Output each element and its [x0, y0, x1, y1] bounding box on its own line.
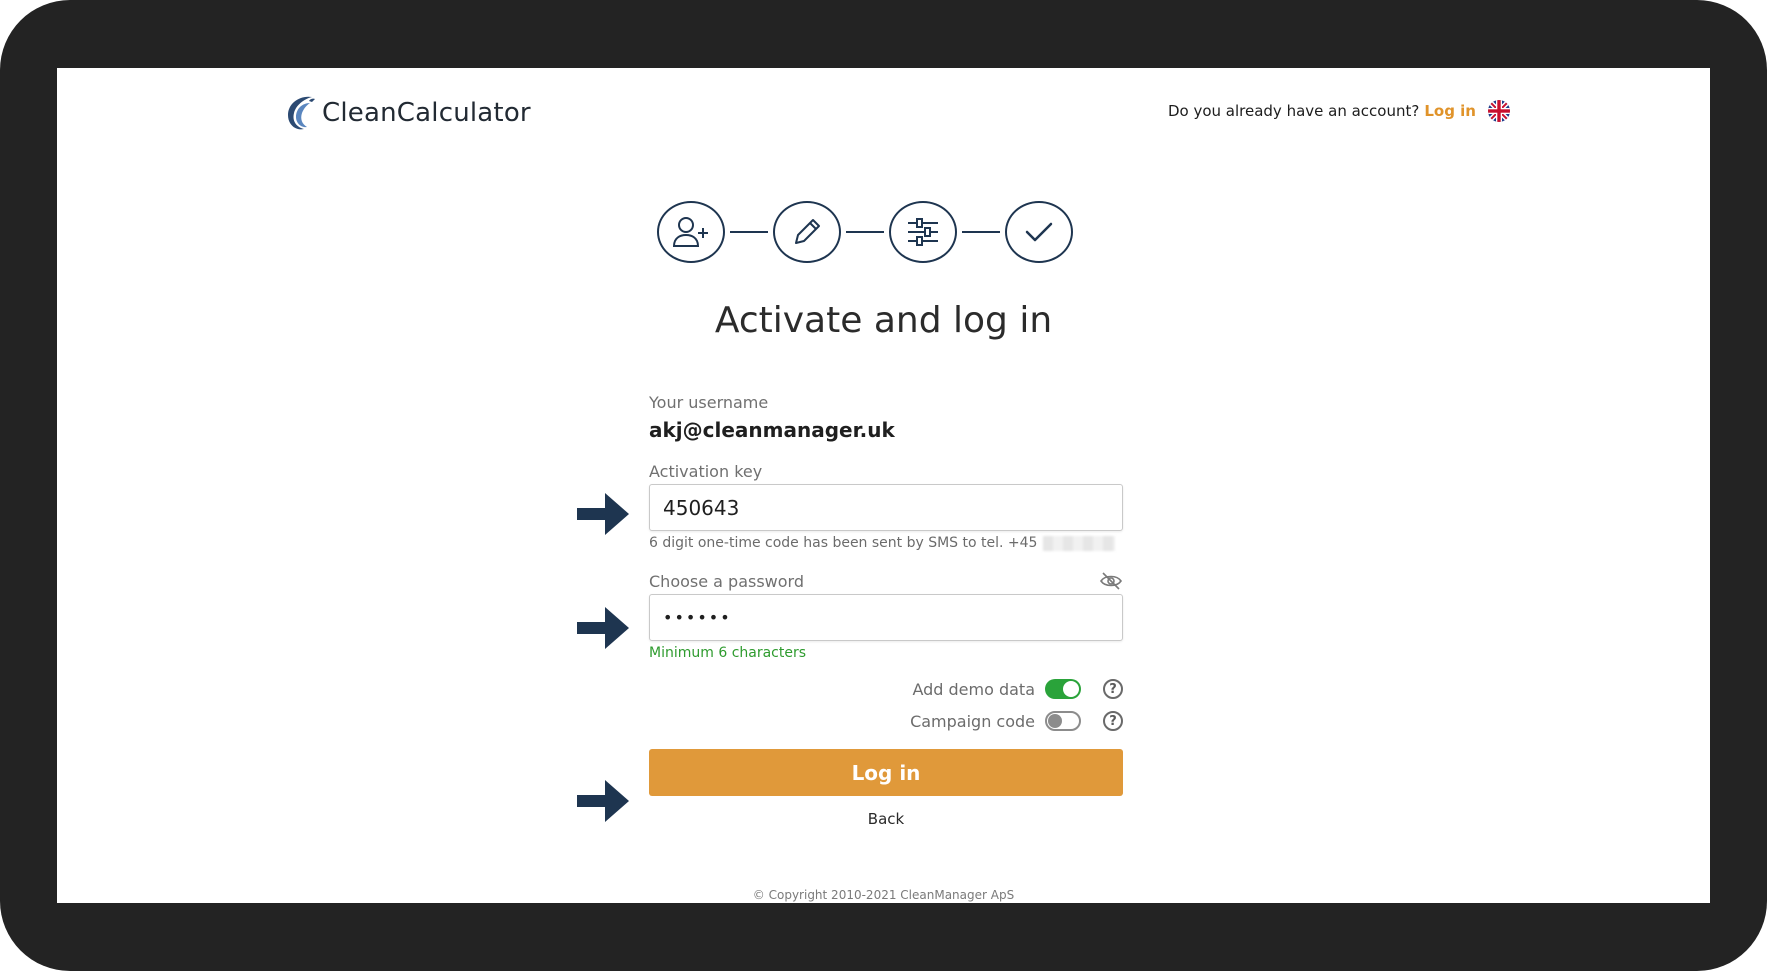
- activation-key-input[interactable]: 450643: [649, 484, 1123, 531]
- username-label: Your username: [649, 393, 769, 412]
- demo-help-icon[interactable]: ?: [1103, 679, 1123, 699]
- campaign-code-row: Campaign code ?: [649, 705, 1123, 737]
- demo-data-label: Add demo data: [912, 679, 1035, 699]
- arrow-icon: [577, 493, 629, 535]
- logo[interactable]: CleanCalculator: [282, 93, 531, 133]
- sliders-icon: [908, 218, 938, 246]
- step-connector: [962, 231, 1000, 233]
- header-account: Do you already have an account? Log in: [1168, 100, 1510, 122]
- username-value: akj@cleanmanager.uk: [649, 418, 895, 442]
- back-link[interactable]: Back: [649, 810, 1123, 828]
- campaign-code-label: Campaign code: [910, 711, 1035, 731]
- blurred-phone-number: [1043, 535, 1116, 551]
- header-login-link[interactable]: Log in: [1424, 102, 1476, 120]
- page-title: Activate and log in: [714, 300, 1053, 341]
- step-connector: [730, 231, 768, 233]
- demo-data-row: Add demo data ?: [649, 673, 1123, 705]
- step-edit: [773, 201, 841, 263]
- step-settings: [889, 201, 957, 263]
- demo-data-toggle[interactable]: [1045, 679, 1081, 699]
- activation-hint: 6 digit one-time code has been sent by S…: [649, 535, 1123, 551]
- campaign-code-toggle[interactable]: [1045, 711, 1081, 731]
- copyright: © Copyright 2010-2021 CleanManager ApS: [752, 888, 1015, 902]
- pencil-icon: [795, 219, 820, 244]
- password-input[interactable]: ••••••: [649, 594, 1123, 641]
- add-user-icon: [672, 217, 708, 247]
- uk-flag-icon[interactable]: [1488, 100, 1510, 122]
- browser-screen: CleanCalculator Do you already have an a…: [57, 68, 1710, 903]
- eye-hidden-icon[interactable]: [1099, 571, 1123, 591]
- password-label-row: Choose a password: [649, 571, 1123, 591]
- password-label: Choose a password: [649, 571, 805, 591]
- arrow-icon: [577, 607, 629, 649]
- progress-steps: [657, 201, 1073, 263]
- activation-key-label: Activation key: [649, 462, 763, 481]
- brand-name: CleanCalculator: [322, 98, 531, 128]
- step-create-account: [657, 201, 725, 263]
- arrow-icon: [577, 780, 629, 822]
- step-done: [1005, 201, 1073, 263]
- password-hint: Minimum 6 characters: [649, 645, 807, 661]
- checkmark-icon: [1025, 222, 1053, 242]
- activation-form: Your username akj@cleanmanager.uk Activa…: [649, 393, 1123, 828]
- account-prompt: Do you already have an account?: [1167, 102, 1420, 120]
- device-frame: CleanCalculator Do you already have an a…: [0, 0, 1767, 971]
- activation-hint-text: 6 digit one-time code has been sent by S…: [649, 535, 1038, 551]
- password-value: ••••••: [663, 608, 732, 627]
- campaign-help-icon[interactable]: ?: [1103, 711, 1123, 731]
- logo-wave-icon: [288, 96, 315, 130]
- activation-key-value: 450643: [663, 495, 740, 520]
- step-connector: [846, 231, 884, 233]
- login-button[interactable]: Log in: [649, 749, 1123, 796]
